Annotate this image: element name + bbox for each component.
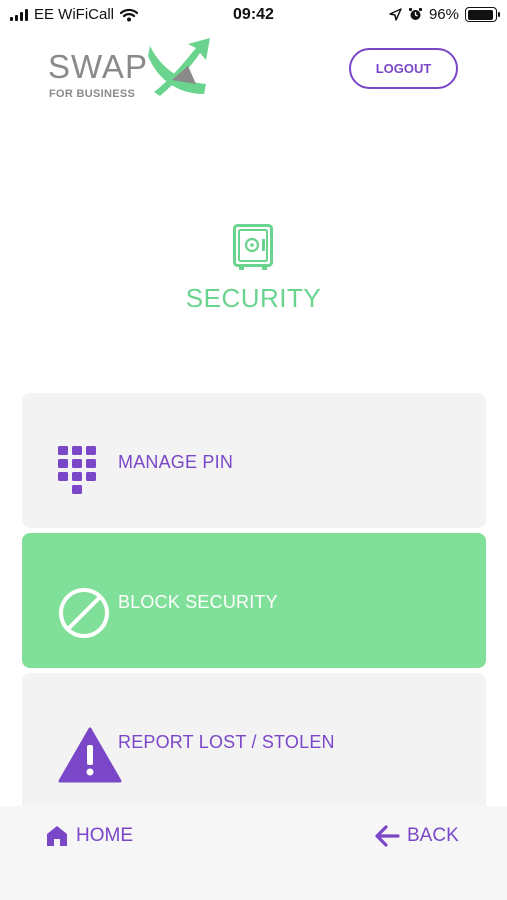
home-icon: [47, 826, 67, 846]
back-button[interactable]: BACK: [374, 825, 459, 847]
report-lost-stolen-item[interactable]: REPORT LOST / STOLEN: [22, 673, 486, 806]
block-security-item[interactable]: BLOCK SECURITY: [22, 533, 486, 668]
manage-pin-label: MANAGE PIN: [118, 452, 234, 472]
keypad-icon: [58, 446, 96, 494]
safe-icon: [233, 224, 273, 270]
block-icon: [59, 588, 109, 638]
battery-fill: [467, 9, 494, 20]
back-arrow-icon: [375, 825, 400, 847]
back-label: BACK: [407, 825, 459, 846]
status-right: 96%: [389, 6, 500, 23]
page-title: SECURITY: [185, 283, 322, 313]
logout-button[interactable]: LOGOUT: [349, 48, 458, 89]
report-lost-stolen-label: REPORT LOST / STOLEN: [118, 732, 335, 752]
logo-subtext: FOR BUSINESS: [49, 88, 136, 100]
home-button[interactable]: HOME: [46, 825, 133, 847]
warning-icon: [58, 727, 122, 783]
location-arrow-icon: [389, 8, 402, 21]
home-label: HOME: [76, 825, 133, 846]
bottom-nav: HOME BACK: [0, 806, 507, 900]
alarm-icon: [408, 7, 423, 20]
block-security-label: BLOCK SECURITY: [118, 592, 278, 612]
logo-text: SWAP: [48, 48, 148, 85]
manage-pin-item[interactable]: MANAGE PIN: [22, 393, 486, 528]
logo-arrow-icon: [148, 38, 210, 96]
swap-logo: SWAP FOR BUSINESS: [48, 36, 218, 106]
status-bar: EE WiFiCall 09:42 96%: [0, 0, 507, 30]
battery-percent: 96%: [428, 6, 459, 23]
battery-icon: [465, 7, 500, 22]
